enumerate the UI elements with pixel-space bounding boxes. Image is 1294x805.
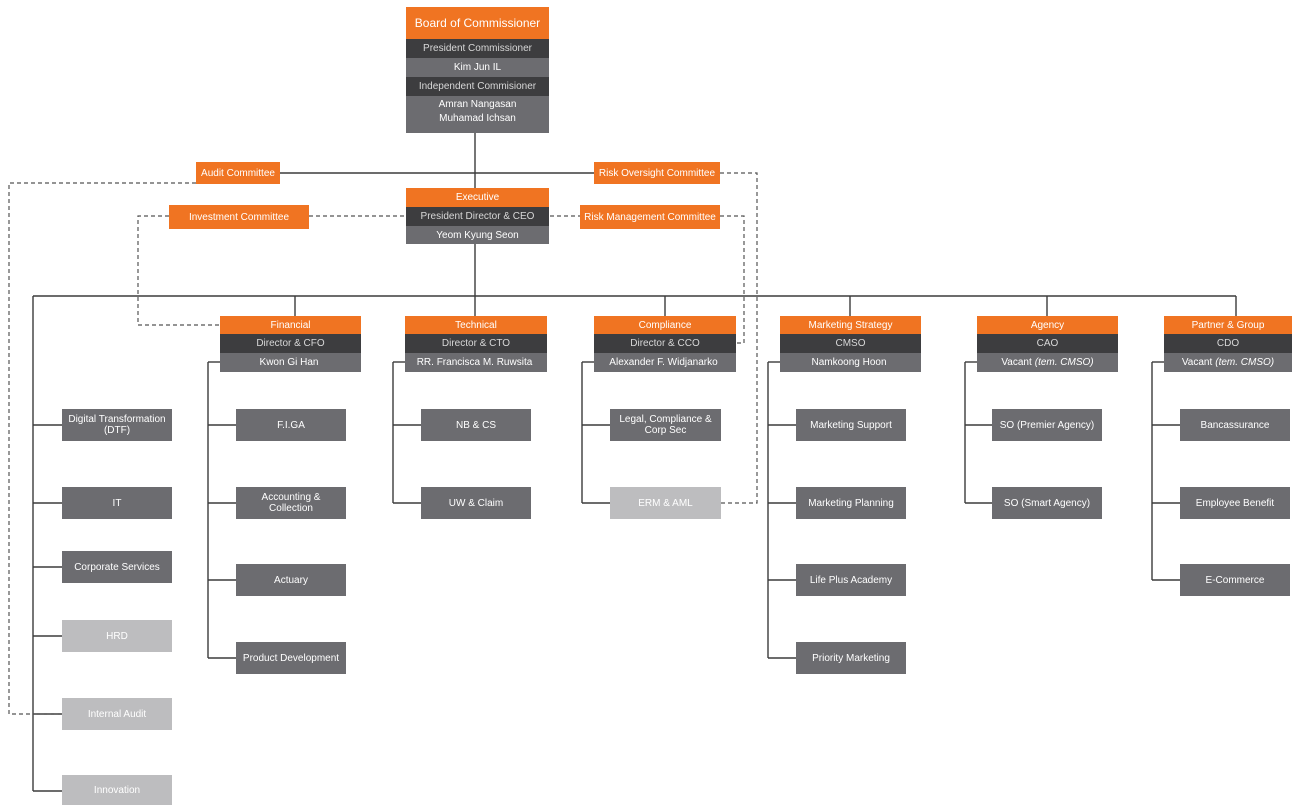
directorate-head-name: Vacant [1181, 357, 1213, 368]
board-of-commissioner: Board of Commissioner President Commissi… [406, 7, 549, 133]
unit-so-smart-agency: SO (Smart Agency) [992, 487, 1102, 519]
directorate-head-name: Namkoong Hoon [811, 357, 887, 368]
directorate-financial: Financial Director & CFO Kwon Gi Han [220, 316, 361, 372]
independent-commissioner-role: Independent Commisioner [406, 77, 549, 96]
directorate-agency: Agency CAO Vacant (tem. CMSO) [977, 316, 1118, 372]
directorate-role: Director & CCO [594, 334, 736, 353]
audit-committee: Audit Committee [196, 162, 280, 184]
directorate-role: Director & CFO [220, 334, 361, 353]
executive-role: President Director & CEO [406, 207, 549, 226]
directorate-role: CMSO [780, 334, 921, 353]
directorate-title: Marketing Strategy [780, 316, 921, 334]
unit-erm-aml: ERM & AML [610, 487, 721, 519]
org-chart: Board of Commissioner President Commissi… [0, 0, 1294, 805]
connector-lines [8, 133, 1237, 792]
directorate-head-note: (tem. CMSO) [1034, 357, 1094, 368]
directorate-compliance: Compliance Director & CCO Alexander F. W… [594, 316, 736, 372]
unit-nb-cs: NB & CS [421, 409, 531, 441]
directorate-role: CDO [1164, 334, 1292, 353]
directorate-head-name: Vacant [1001, 357, 1032, 368]
unit-uw-claim: UW & Claim [421, 487, 531, 519]
directorate-head: Alexander F. Widjanarko [594, 353, 736, 372]
unit-accounting-collection: Accounting & Collection [236, 487, 346, 519]
unit-legal-compliance-corp-sec: Legal, Compliance & Corp Sec [610, 409, 721, 441]
directorate-title: Partner & Group [1164, 316, 1292, 334]
president-commissioner-role: President Commissioner [406, 39, 549, 58]
directorate-head: Vacant (tem. CMSO) [977, 353, 1118, 372]
unit-internal-audit: Internal Audit [62, 698, 172, 730]
unit-so-premier-agency: SO (Premier Agency) [992, 409, 1102, 441]
executive-name: Yeom Kyung Seon [406, 226, 549, 244]
unit-innovation: Innovation [62, 775, 172, 805]
directorate-head-name: RR. Francisca M. Ruwsita [416, 357, 533, 368]
directorate-partner-group: Partner & Group CDO Vacant (tem. CMSO) [1164, 316, 1292, 372]
directorate-head: Vacant (tem. CMSO) [1164, 353, 1292, 372]
unit-life-plus-academy: Life Plus Academy [796, 564, 906, 596]
directorate-role: CAO [977, 334, 1118, 353]
president-commissioner-name: Kim Jun IL [406, 58, 549, 77]
independent-commissioner-name: Amran Nangasan [406, 96, 549, 113]
risk-management-committee: Risk Management Committee [580, 205, 720, 229]
investment-committee: Investment Committee [169, 205, 309, 229]
directorate-title: Compliance [594, 316, 736, 334]
unit-corporate-services: Corporate Services [62, 551, 172, 583]
unit-employee-benefit: Employee Benefit [1180, 487, 1290, 519]
board-title: Board of Commissioner [406, 7, 549, 39]
unit-e-commerce: E-Commerce [1180, 564, 1290, 596]
directorate-head: Namkoong Hoon [780, 353, 921, 372]
directorate-technical: Technical Director & CTO RR. Francisca M… [405, 316, 547, 372]
risk-oversight-committee: Risk Oversight Committee [594, 162, 720, 184]
unit-priority-marketing: Priority Marketing [796, 642, 906, 674]
unit-hrd: HRD [62, 620, 172, 652]
unit-figa: F.I.GA [236, 409, 346, 441]
directorate-marketing-strategy: Marketing Strategy CMSO Namkoong Hoon [780, 316, 921, 372]
unit-product-development: Product Development [236, 642, 346, 674]
unit-marketing-planning: Marketing Planning [796, 487, 906, 519]
directorate-head-name: Kwon Gi Han [259, 357, 319, 368]
unit-it: IT [62, 487, 172, 519]
unit-bancassurance: Bancassurance [1180, 409, 1290, 441]
directorate-head-name: Alexander F. Widjanarko [609, 357, 718, 368]
directorate-head: RR. Francisca M. Ruwsita [405, 353, 547, 372]
executive-box: Executive President Director & CEO Yeom … [406, 188, 549, 244]
independent-commissioner-name: Muhamad Ichsan [406, 113, 549, 133]
directorate-head: Kwon Gi Han [220, 353, 361, 372]
unit-marketing-support: Marketing Support [796, 409, 906, 441]
directorate-head-note: (tem. CMSO) [1215, 357, 1275, 368]
unit-actuary: Actuary [236, 564, 346, 596]
unit-digital-transformation: Digital Transformation (DTF) [62, 409, 172, 441]
executive-title: Executive [406, 188, 549, 207]
directorate-title: Agency [977, 316, 1118, 334]
directorate-role: Director & CTO [405, 334, 547, 353]
directorate-title: Technical [405, 316, 547, 334]
directorate-title: Financial [220, 316, 361, 334]
